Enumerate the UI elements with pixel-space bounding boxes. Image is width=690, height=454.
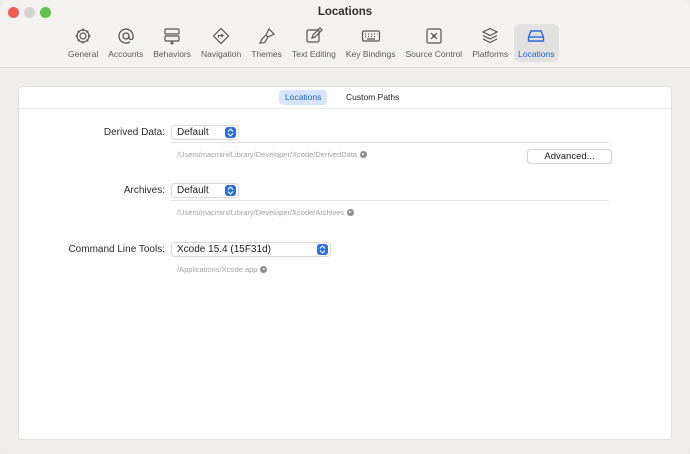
brush-icon (258, 27, 275, 44)
popup-stepper-icon (317, 244, 328, 255)
keyboard-icon (361, 30, 380, 42)
tab-label: General (68, 49, 99, 59)
tab-general[interactable]: General (64, 24, 102, 62)
divider (171, 142, 609, 143)
navigation-icon (212, 27, 230, 45)
at-icon (118, 28, 134, 44)
preferences-toolbar: General Accounts Behaviors Navigation Th… (64, 24, 561, 62)
reveal-in-finder-icon[interactable] (360, 151, 368, 158)
derived-data-value: Default (177, 127, 209, 138)
tab-key-bindings[interactable]: Key Bindings (342, 24, 400, 62)
tab-label: Navigation (201, 49, 242, 59)
derived-data-path: /Users/macmini/Library/Developer/Xcode/D… (177, 150, 368, 159)
tab-label: Platforms (472, 49, 509, 59)
drive-icon (528, 30, 545, 42)
tab-source-control[interactable]: Source Control (402, 24, 467, 62)
gear-icon (75, 28, 91, 44)
command-line-tools-popup[interactable]: Xcode 15.4 (15F31d) (171, 242, 331, 257)
reveal-in-finder-icon[interactable] (260, 266, 268, 273)
archives-popup[interactable]: Default (171, 183, 239, 198)
divider (171, 200, 609, 201)
tab-label: Text Editing (291, 49, 336, 59)
command-line-tools-label: Command Line Tools: (68, 244, 165, 255)
tab-custom-paths[interactable]: Custom Paths (340, 90, 405, 105)
title-bar: Locations General Accounts Behaviors Nav… (0, 0, 690, 68)
command-line-tools-value: Xcode 15.4 (15F31d) (177, 244, 271, 255)
tab-accounts[interactable]: Accounts (104, 24, 147, 62)
derived-data-path-text: /Users/macmini/Library/Developer/Xcode/D… (177, 150, 358, 159)
tab-themes[interactable]: Themes (247, 24, 286, 62)
tab-navigation[interactable]: Navigation (197, 24, 245, 62)
derived-data-popup[interactable]: Default (171, 125, 239, 140)
locations-panel: Locations Custom Paths Derived Data: Def… (18, 86, 672, 440)
archives-path: /Users/macmini/Library/Developer/Xcode/A… (177, 208, 355, 217)
window-title: Locations (317, 6, 373, 18)
source-control-icon (426, 28, 442, 44)
archives-label: Archives: (123, 185, 165, 196)
popup-stepper-icon (225, 127, 236, 138)
tab-text-editing[interactable]: Text Editing (288, 24, 340, 62)
command-line-tools-path-text: /Applications/Xcode.app (177, 265, 258, 274)
tab-label: Behaviors (153, 49, 192, 59)
tab-label: Accounts (108, 49, 144, 59)
edit-icon (306, 27, 323, 43)
tab-platforms[interactable]: Platforms (468, 24, 512, 62)
archives-value: Default (177, 185, 209, 196)
tab-label: Locations (518, 49, 555, 59)
tab-label: Source Control (405, 49, 463, 59)
behaviors-icon (164, 28, 180, 45)
reveal-in-finder-icon[interactable] (347, 209, 355, 216)
layers-icon (481, 27, 499, 44)
popup-stepper-icon (225, 185, 236, 196)
tab-locations[interactable]: Locations (514, 24, 559, 62)
preferences-window: Locations General Accounts Behaviors Nav… (0, 0, 690, 454)
archives-path-text: /Users/macmini/Library/Developer/Xcode/A… (177, 208, 345, 217)
tab-behaviors[interactable]: Behaviors (149, 24, 195, 62)
segmented-tabs: Locations Custom Paths (19, 87, 671, 109)
tab-locations-segment[interactable]: Locations (279, 90, 328, 105)
command-line-tools-path: /Applications/Xcode.app (177, 265, 268, 274)
advanced-button[interactable]: Advanced... (527, 149, 612, 164)
derived-data-label: Derived Data: (103, 127, 165, 138)
tab-label: Key Bindings (345, 49, 396, 59)
tab-label: Themes (251, 49, 282, 59)
